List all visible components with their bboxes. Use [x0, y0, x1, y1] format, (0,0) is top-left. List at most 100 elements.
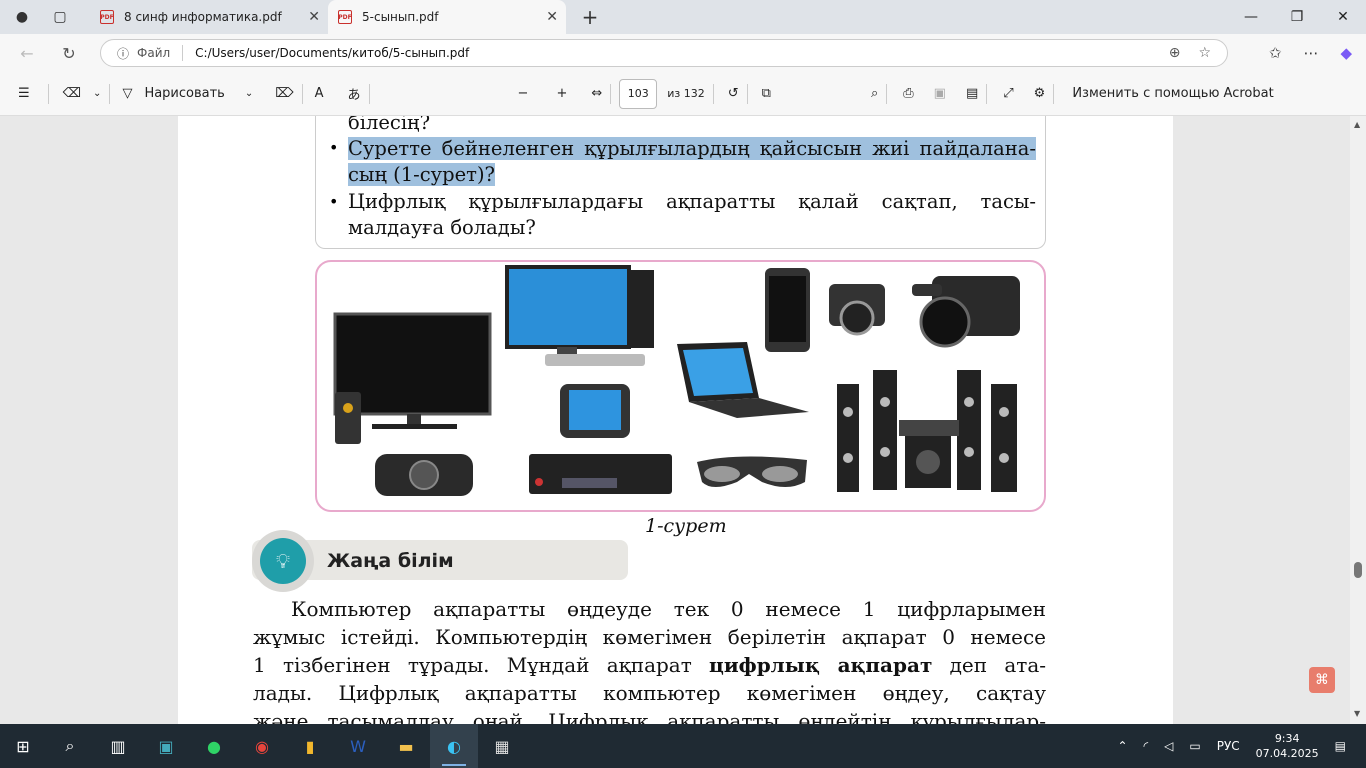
- page-view-icon[interactable]: ⧉: [762, 72, 771, 116]
- new-tab-icon[interactable]: +: [576, 3, 604, 31]
- remote-icon: [335, 392, 361, 444]
- zoom-in-icon[interactable]: +: [556, 72, 567, 116]
- settings-icon[interactable]: ⚙: [1034, 72, 1046, 116]
- date: 07.04.2025: [1255, 747, 1319, 760]
- favorite-icon[interactable]: ☆: [1198, 45, 1211, 61]
- highlighted-text[interactable]: Суретте бейнеленген құрылғылардың қайсыс…: [348, 137, 1036, 160]
- close-window-icon[interactable]: ✕: [1320, 9, 1366, 25]
- browser-actions: ✩ ⋯ ◆: [1269, 44, 1352, 62]
- search-icon[interactable]: ⌕: [46, 724, 94, 768]
- edge-icon[interactable]: ◐: [430, 724, 478, 768]
- divider: [886, 83, 888, 104]
- tab-actions-icon[interactable]: ▢: [46, 3, 74, 31]
- read-aloud-icon[interactable]: A: [315, 72, 324, 116]
- clock[interactable]: 9:34 07.04.2025: [1256, 731, 1319, 761]
- divider: [712, 83, 714, 104]
- chevron-down-icon[interactable]: ⌄: [245, 72, 253, 116]
- contents-icon[interactable]: ☰: [18, 72, 30, 116]
- edit-with-acrobat-button[interactable]: Изменить с помощью Acrobat: [1072, 72, 1273, 116]
- address-bar[interactable]: ⓘ Файл C:/Users/user/Documents/китоб/5-с…: [100, 39, 1228, 67]
- profile-icon[interactable]: ●: [8, 3, 36, 31]
- wifi-icon[interactable]: ◜: [1144, 739, 1149, 753]
- app-icon[interactable]: ▦: [478, 724, 526, 768]
- rotate-icon[interactable]: ↺: [728, 72, 739, 116]
- question-text: малдауға болады?: [348, 216, 536, 239]
- scroll-up-icon[interactable]: ▲: [1354, 120, 1360, 129]
- whatsapp-icon[interactable]: ●: [190, 724, 238, 768]
- windows-start-icon[interactable]: ⊞: [0, 724, 46, 768]
- copilot-icon[interactable]: ◆: [1340, 44, 1352, 62]
- divider: [610, 83, 612, 104]
- projector-icon: [375, 454, 473, 496]
- task-view-icon[interactable]: ▥: [94, 724, 142, 768]
- save-icon[interactable]: ▣: [934, 72, 946, 116]
- more-icon[interactable]: ⋯: [1303, 44, 1318, 62]
- page-number-input[interactable]: 103: [619, 78, 658, 109]
- url-text[interactable]: C:/Users/user/Documents/китоб/5-сынып.pd…: [195, 46, 469, 60]
- figure-caption: 1-сурет: [645, 515, 727, 537]
- acrobat-icon[interactable]: ⌘: [1309, 667, 1335, 693]
- pdf-viewer[interactable]: білесің? • Суретте бейнеленген құрылғыла…: [0, 116, 1366, 724]
- speaker-system-icon: [837, 370, 1017, 492]
- chrome-icon[interactable]: ◉: [238, 724, 286, 768]
- pdf-page: білесің? • Суретте бейнеленген құрылғыла…: [178, 116, 1173, 724]
- question-text: сың (1-сурет)?: [348, 162, 496, 188]
- notifications-icon[interactable]: ▤: [1335, 739, 1346, 753]
- video-camera-icon: [912, 276, 1020, 348]
- section-title: Жаңа білім: [327, 550, 454, 572]
- minimize-icon[interactable]: —: [1228, 9, 1274, 25]
- scroll-down-icon[interactable]: ▼: [1354, 709, 1360, 718]
- desktop-computer-icon: [505, 265, 654, 366]
- print-icon[interactable]: ⎙: [903, 72, 913, 116]
- close-icon[interactable]: ✕: [308, 9, 320, 25]
- highlighted-text[interactable]: сың (1-сурет)?: [348, 163, 496, 186]
- restore-icon[interactable]: ❐: [1274, 9, 1320, 25]
- tab-active[interactable]: PDF 5-сынып.pdf ✕: [328, 0, 566, 34]
- app-icon[interactable]: ▣: [142, 724, 190, 768]
- fullscreen-icon[interactable]: ⤢: [1003, 72, 1013, 116]
- scroll-thumb[interactable]: [1354, 562, 1362, 578]
- paragraph-line: 1 тізбегінен тұрады. Мұндай ақпарат цифр…: [253, 651, 1046, 679]
- paragraph-line: жұмыс істейді. Компьютердің көмегімен бе…: [253, 625, 1046, 649]
- app-icon[interactable]: ▮: [286, 724, 334, 768]
- eraser-icon[interactable]: ⌦: [275, 72, 293, 116]
- divider: [109, 83, 111, 104]
- taskbar: ⊞ ⌕ ▥ ▣ ● ◉ ▮ W ▬ ◐ ▦ ⌃ ◜ ◁ ▭ РУС 9:34 0…: [0, 724, 1366, 768]
- chevron-up-icon[interactable]: ⌃: [1117, 739, 1127, 753]
- save-as-icon[interactable]: ▤: [966, 72, 978, 116]
- zoom-icon[interactable]: ⊕: [1169, 45, 1181, 61]
- battery-icon[interactable]: ▭: [1189, 739, 1200, 753]
- pdf-icon: PDF: [100, 10, 114, 24]
- tab-inactive[interactable]: PDF 8 синф информатика.pdf ✕: [90, 0, 328, 34]
- refresh-icon[interactable]: ↻: [48, 44, 90, 63]
- zoom-out-icon[interactable]: −: [518, 72, 529, 116]
- favorites-icon[interactable]: ✩: [1269, 44, 1282, 62]
- window-controls: — ❐ ✕: [1228, 9, 1366, 25]
- info-icon[interactable]: ⓘ: [117, 45, 129, 62]
- back-icon[interactable]: ←: [6, 44, 48, 63]
- paragraph-line: лады. Цифрлық ақпаратты компьютер көмегі…: [253, 681, 1046, 705]
- file-explorer-icon[interactable]: ▬: [382, 724, 430, 768]
- draw-button[interactable]: Нарисовать: [144, 72, 224, 116]
- close-icon[interactable]: ✕: [546, 9, 558, 25]
- highlight-icon[interactable]: ⌫: [63, 72, 81, 116]
- draw-icon[interactable]: ▽: [122, 72, 132, 116]
- volume-icon[interactable]: ◁: [1164, 739, 1173, 753]
- language-indicator[interactable]: РУС: [1217, 739, 1240, 753]
- question-text: Суретте бейнеленген құрылғылардың қайсыс…: [348, 136, 1036, 162]
- vertical-scrollbar[interactable]: ▲ ▼: [1350, 116, 1366, 724]
- devices-illustration: [333, 265, 1020, 496]
- chevron-down-icon[interactable]: ⌄: [93, 72, 101, 116]
- address-bar-row: ← ↻ ⓘ Файл C:/Users/user/Documents/китоб…: [0, 34, 1366, 72]
- fit-page-icon[interactable]: ⇔: [591, 72, 602, 116]
- word-icon[interactable]: W: [334, 724, 382, 768]
- paragraph-text: деп ата-: [932, 653, 1046, 677]
- translate-icon[interactable]: あ: [348, 72, 361, 116]
- lightbulb-badge: 💡︎: [252, 530, 314, 592]
- paragraph-line: және тасымалдау оңай. Цифрлық ақпаратты …: [253, 709, 1046, 724]
- devices-figure: [315, 260, 1046, 512]
- camera-icon: [829, 284, 885, 336]
- search-icon[interactable]: ⌕: [871, 72, 878, 116]
- divider: [301, 83, 303, 104]
- bullet: •: [329, 138, 339, 157]
